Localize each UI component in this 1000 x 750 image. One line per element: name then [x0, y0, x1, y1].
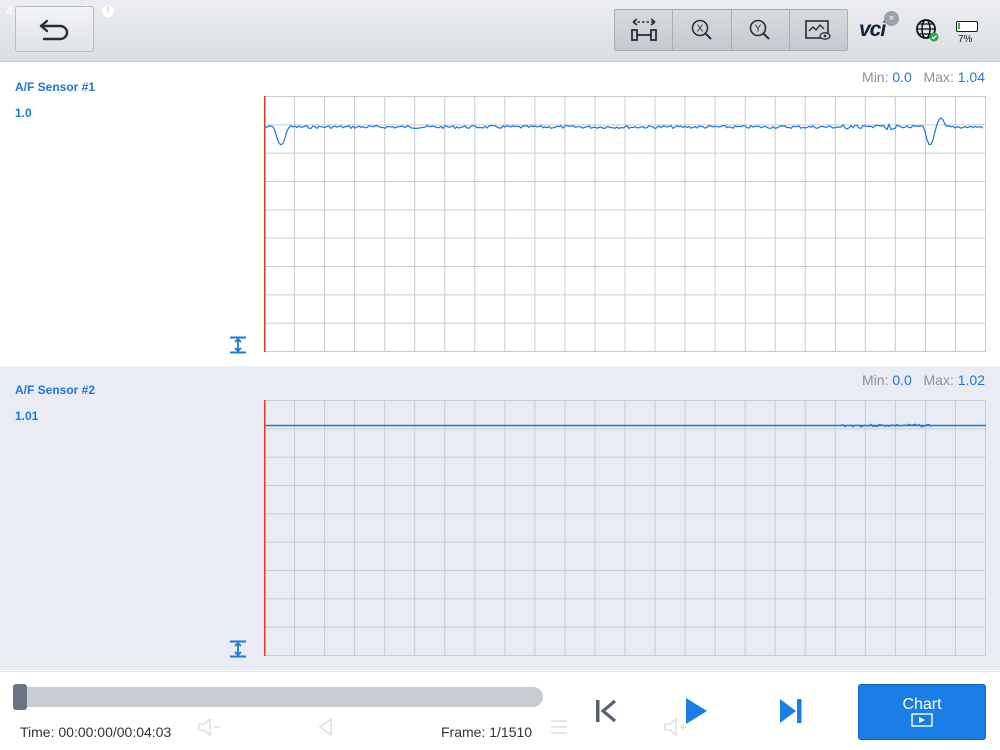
battery-indicator: 7%	[956, 15, 980, 47]
time-readout: Time: 00:00:00/00:04:03	[20, 724, 172, 740]
graph-tool-group: X Y	[614, 9, 848, 51]
max-value: 1.04	[957, 69, 985, 85]
graph-view-icon	[805, 20, 832, 40]
chart-button-label: Chart	[902, 696, 942, 713]
top-toolbar: 4:41 PM ⇣ ! !	[0, 0, 1000, 62]
battery-percent: 7%	[958, 34, 973, 45]
graph-canvas-1[interactable]	[264, 96, 986, 352]
play-icon	[686, 698, 707, 724]
zoom-x-icon: X	[691, 19, 712, 40]
fit-range-icon	[630, 18, 657, 41]
zoom-x-button[interactable]: X	[673, 10, 732, 50]
graph-canvas-2[interactable]	[264, 400, 986, 656]
network-globe-icon[interactable]	[914, 17, 940, 43]
alert-icon: !	[101, 5, 114, 17]
graph-view-button[interactable]	[790, 10, 847, 50]
back-button[interactable]	[15, 6, 94, 52]
vci-label[interactable]: VCI	[859, 18, 886, 42]
graph-plot-2[interactable]	[264, 400, 986, 656]
back-arrow-icon	[39, 19, 68, 41]
sensor-panel-1: A/F Sensor #1 1.0 Min: 0.0 Max: 1.04	[0, 63, 1000, 365]
scale-adjust-icon[interactable]	[228, 335, 248, 355]
battery-fill	[958, 23, 960, 29]
sensor-value: 1.01	[15, 409, 39, 423]
sensor-value: 1.0	[15, 106, 32, 120]
playback-progress-thumb[interactable]	[13, 684, 27, 710]
max-label: Max:	[923, 69, 954, 85]
video-chart-icon	[911, 713, 933, 727]
min-label: Min:	[862, 69, 889, 85]
skip-start-icon	[596, 699, 617, 723]
skip-to-start-button[interactable]	[591, 696, 621, 726]
nav-menu-icon	[551, 720, 567, 734]
zoom-y-button[interactable]: Y	[732, 10, 790, 50]
frame-readout: Frame: 1/1510	[441, 724, 533, 740]
zoom-y-glyph: Y	[755, 24, 762, 35]
skip-end-icon	[780, 699, 802, 723]
vci-disconnected-icon: ×	[884, 11, 899, 26]
app-window: 4:41 PM ⇣ ! !	[0, 0, 1000, 750]
max-label: Max:	[923, 372, 954, 388]
graph-plot-1[interactable]	[264, 96, 986, 352]
max-value: 1.02	[957, 372, 985, 388]
min-label: Min:	[862, 372, 889, 388]
min-value: 0.0	[892, 69, 912, 85]
zoom-y-icon: Y	[749, 19, 770, 40]
sensor-panel-2: A/F Sensor #2 1.01 Min: 0.0 Max: 1.02	[0, 366, 1000, 670]
sensor-name: A/F Sensor #1	[15, 80, 96, 94]
volume-down-icon	[198, 717, 220, 737]
min-max-readout: Min: 0.0 Max: 1.04	[862, 69, 985, 85]
sensor-1-trace	[264, 117, 984, 146]
zoom-x-glyph: X	[697, 24, 704, 35]
battery-icon	[956, 21, 978, 32]
play-button[interactable]	[681, 696, 711, 726]
nav-back-icon	[318, 717, 332, 737]
scale-adjust-icon[interactable]	[228, 639, 248, 659]
fit-range-button[interactable]	[615, 10, 674, 50]
sensor-name: A/F Sensor #2	[15, 383, 96, 397]
chart-button[interactable]: Chart	[858, 684, 986, 740]
playback-bar: Time: 00:00:00/00:04:03 Frame: 1/1510 Ch…	[0, 671, 1000, 750]
skip-to-end-button[interactable]	[776, 696, 806, 726]
playback-progress-track[interactable]	[13, 684, 543, 710]
min-value: 0.0	[892, 372, 912, 388]
min-max-readout: Min: 0.0 Max: 1.02	[862, 372, 985, 388]
